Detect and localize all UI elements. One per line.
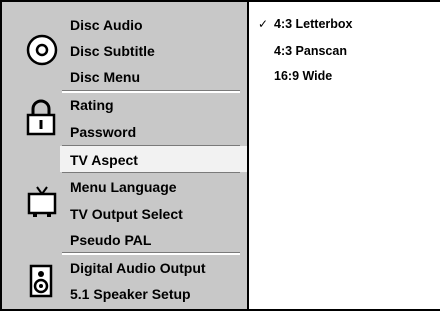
menu-item-tv-output-select[interactable]: TV Output Select	[70, 206, 183, 222]
option-label: 16:9 Wide	[274, 69, 333, 83]
option-label: 4:3 Letterbox	[274, 17, 353, 31]
lock-icon	[24, 98, 58, 136]
divider	[62, 253, 240, 255]
disc-icon	[26, 34, 58, 66]
menu-item-menu-language[interactable]: Menu Language	[70, 179, 177, 195]
menu-item-rating[interactable]: Rating	[70, 97, 114, 113]
divider	[62, 91, 240, 93]
menu-item-disc-subtitle[interactable]: Disc Subtitle	[70, 43, 155, 59]
divider	[62, 172, 240, 173]
menu-item-password[interactable]: Password	[70, 124, 136, 140]
speaker-icon	[29, 264, 53, 298]
menu-item-speaker-setup[interactable]: 5.1 Speaker Setup	[70, 286, 191, 302]
menu-item-tv-aspect[interactable]: TV Aspect	[70, 152, 138, 168]
menu-item-disc-audio[interactable]: Disc Audio	[70, 17, 143, 33]
menu-item-disc-menu[interactable]: Disc Menu	[70, 69, 140, 85]
menu-item-digital-audio-output[interactable]: Digital Audio Output	[70, 260, 206, 276]
check-icon: ✓	[258, 17, 269, 31]
options-panel: ✓ 4:3 Letterbox 4:3 Panscan 16:9 Wide	[247, 2, 440, 309]
setup-menu-window: Disc Audio Disc Subtitle Disc Menu Ratin…	[0, 0, 440, 311]
menu-item-pseudo-pal[interactable]: Pseudo PAL	[70, 232, 151, 248]
tv-icon	[26, 185, 58, 219]
option-label: 4:3 Panscan	[274, 44, 347, 58]
